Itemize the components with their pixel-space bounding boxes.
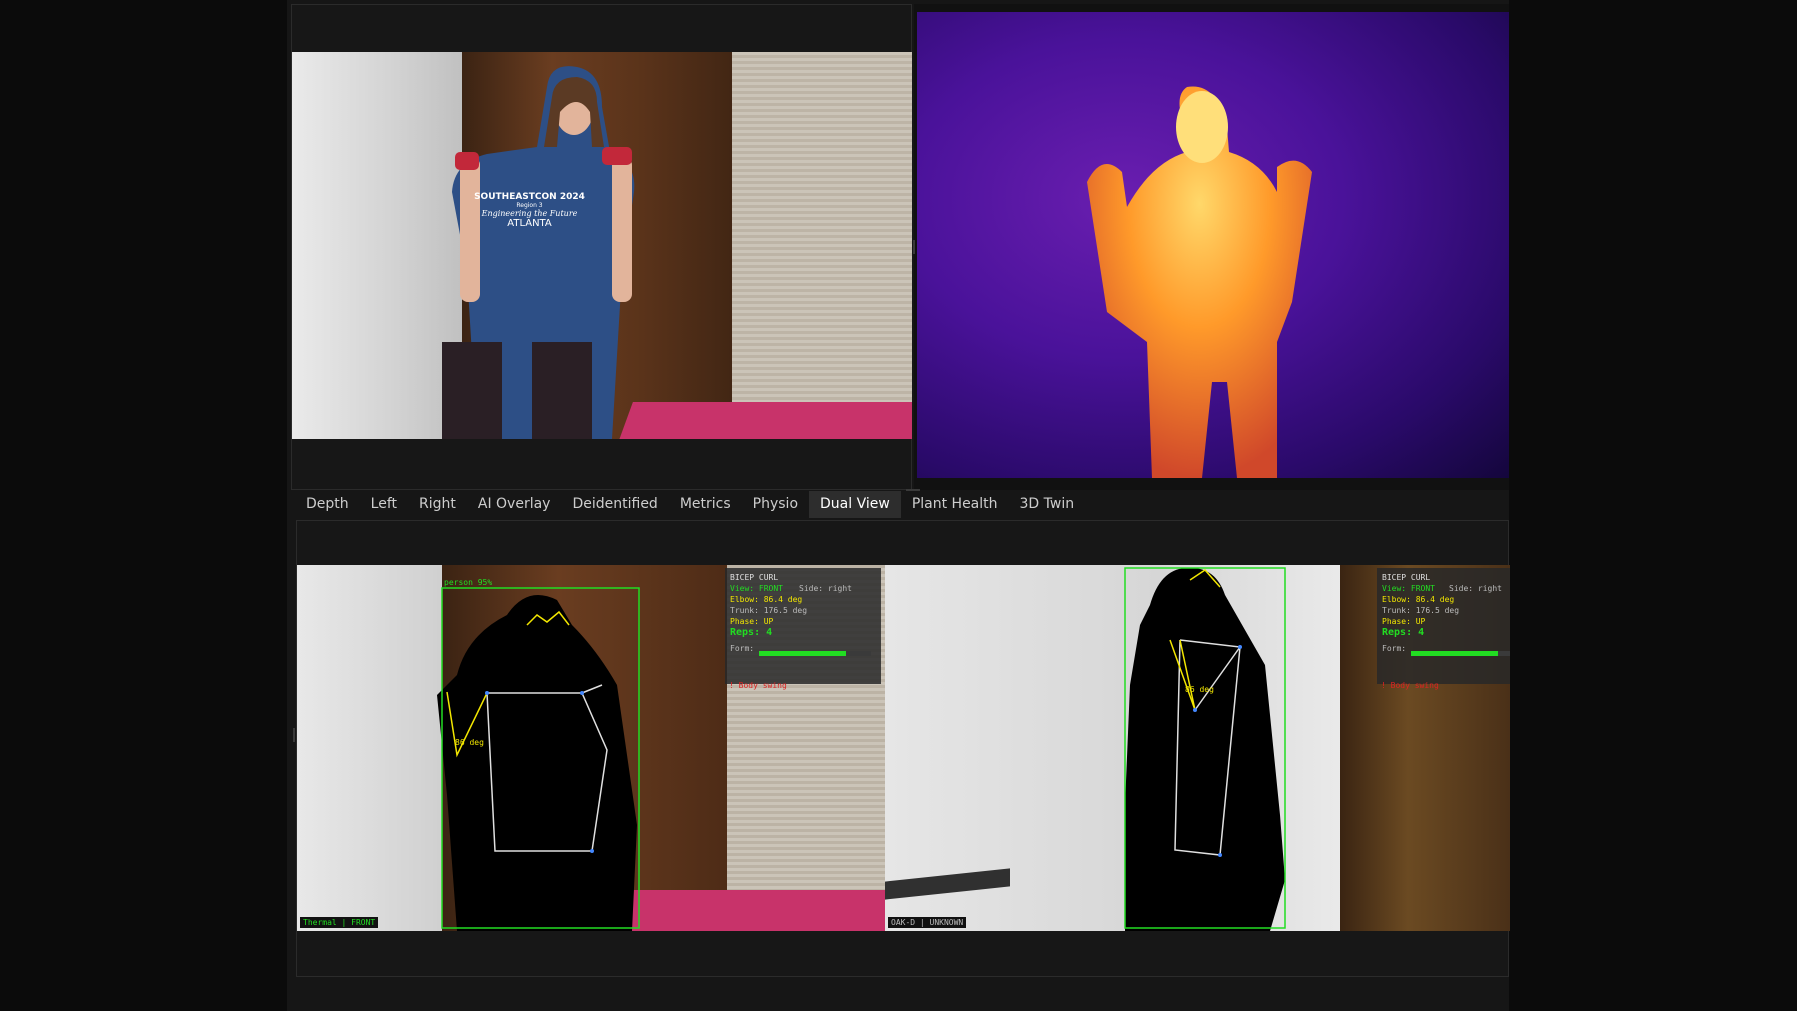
shirt-line: Region 3 [516,202,543,209]
dual-view-left-feed: person 95% 86 deg BICEP CURL View: FRONT… [297,565,885,931]
tab-plant-health[interactable]: Plant Health [901,491,1009,518]
phase-value: Phase: UP [730,617,774,626]
form-warning: ! Body swing [729,681,787,690]
exercise-title: BICEP CURL [730,573,779,582]
view-value: View: FRONT [1382,584,1435,593]
exercise-title: BICEP CURL [1382,573,1431,582]
thermal-camera-feed [917,12,1509,478]
view-tab-bar: Depth Left Right AI Overlay Deidentified… [295,491,1085,518]
camera-tag: Thermal | FRONT [300,917,379,928]
form-progress-fill [759,651,847,656]
trunk-value: Trunk: 176.5 deg [730,606,808,615]
side-value: Side: right [1449,584,1502,593]
trunk-value: Trunk: 176.5 deg [1382,606,1460,615]
tab-left[interactable]: Left [360,491,408,518]
elbow-angle-label: 86 deg [455,738,484,747]
tab-right[interactable]: Right [408,491,467,518]
rgb-camera-feed: SOUTHEASTCON 2024 Region 3 Engineering t… [292,52,912,439]
form-progress-bar [759,651,871,656]
side-value: Side: right [799,584,852,593]
tab-ai-overlay[interactable]: AI Overlay [467,491,562,518]
detection-label: person 95% [444,578,493,587]
form-progress-fill [1411,651,1499,656]
tab-metrics[interactable]: Metrics [669,491,742,518]
left-splitter-handle[interactable] [293,728,295,742]
tab-deidentified[interactable]: Deidentified [561,491,668,518]
person-figure [442,66,635,439]
reps-value: Reps: 4 [730,627,773,638]
tab-depth[interactable]: Depth [295,491,360,518]
tab-physio[interactable]: Physio [742,491,809,518]
reps-value: Reps: 4 [1382,627,1425,638]
dual-view-right-feed: 86 deg BICEP CURL View: FRONT Side: right… [885,565,1510,931]
tab-3d-twin[interactable]: 3D Twin [1009,491,1086,518]
shirt-line: SOUTHEASTCON 2024 [474,192,585,202]
shirt-print: SOUTHEASTCON 2024 Region 3 Engineering t… [467,192,592,229]
shirt-line: Engineering the Future [481,209,578,218]
shirt-line: ATLANTA [507,218,552,229]
elbow-angle-label: 86 deg [1185,685,1214,694]
exercise-stats-box: BICEP CURL View: FRONT Side: right Elbow:… [725,568,881,684]
exercise-stats-box: BICEP CURL View: FRONT Side: right Elbow:… [1377,568,1510,684]
phase-value: Phase: UP [1382,617,1426,626]
tab-dual-view[interactable]: Dual View [809,491,901,518]
vertical-splitter-handle[interactable] [913,240,915,254]
elbow-value: Elbow: 86.4 deg [1382,595,1455,604]
dual-view-panel: person 95% 86 deg BICEP CURL View: FRONT… [296,520,1510,977]
thermal-person [1087,86,1312,478]
thermal-feed-panel [914,4,1509,490]
form-warning: ! Body swing [1381,681,1439,690]
rgb-feed-panel: SOUTHEASTCON 2024 Region 3 Engineering t… [291,4,912,490]
elbow-value: Elbow: 86.4 deg [730,595,803,604]
view-value: View: FRONT [730,584,783,593]
camera-tag: OAK-D | UNKNOWN [888,917,967,928]
form-progress-bar [1411,651,1510,656]
